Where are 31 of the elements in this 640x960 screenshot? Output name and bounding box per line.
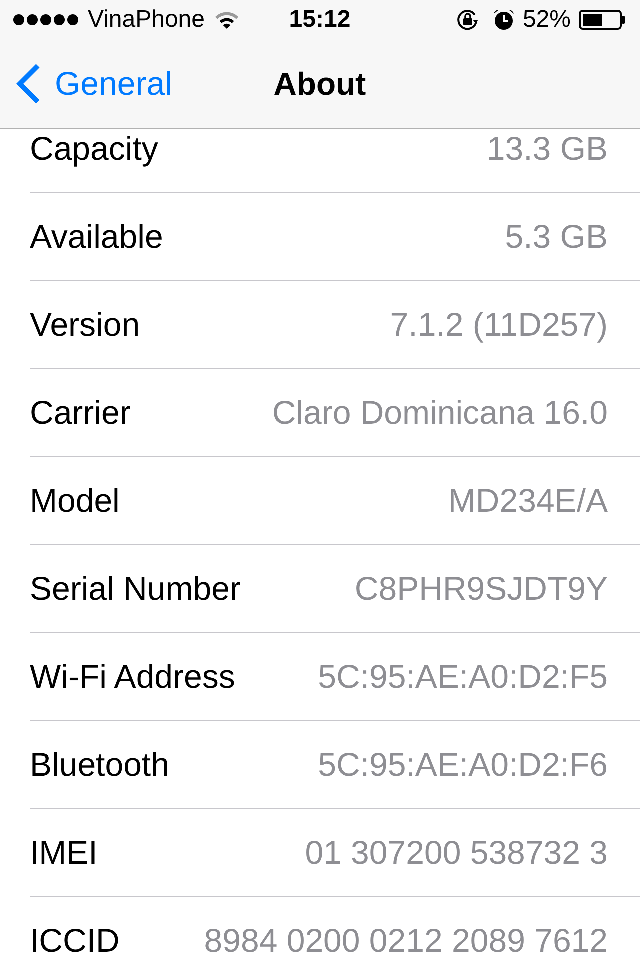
setting-value: 5.3 GB (505, 218, 608, 254)
setting-value: 8984 0200 0212 2089 7612 (204, 922, 608, 958)
carrier-name: VinaPhone (88, 6, 205, 34)
setting-label: Capacity (30, 130, 158, 166)
alarm-clock-icon (492, 9, 515, 31)
setting-value: 5C:95:AE:A0:D2:F6 (318, 746, 608, 782)
setting-value: 5C:95:AE:A0:D2:F5 (318, 658, 608, 694)
setting-value: MD234E/A (448, 482, 608, 518)
setting-label: Available (30, 218, 164, 254)
setting-value: Claro Dominicana 16.0 (272, 394, 608, 430)
orientation-lock-icon (456, 8, 480, 32)
setting-value: 13.3 GB (486, 130, 608, 166)
setting-label: Carrier (30, 394, 131, 430)
back-button[interactable]: General (16, 64, 172, 104)
chevron-left-icon (16, 64, 41, 104)
setting-label: ICCID (30, 922, 120, 958)
setting-value: 7.1.2 (11D257) (390, 306, 608, 342)
setting-label: Serial Number (30, 570, 241, 606)
status-time: 15:12 (289, 6, 351, 34)
battery-icon (579, 10, 625, 30)
setting-label: Model (30, 482, 120, 518)
setting-value: C8PHR9SJDT9Y (354, 570, 608, 606)
setting-label: Bluetooth (30, 746, 170, 782)
setting-value: 01 307200 538732 3 (305, 834, 608, 870)
wifi-icon (215, 12, 239, 28)
setting-label: Version (30, 306, 140, 342)
setting-label: Wi-Fi Address (30, 658, 236, 694)
signal-strength-icon (13, 14, 79, 26)
battery-percentage: 52% (522, 6, 571, 34)
nav-title: About (274, 65, 366, 104)
setting-label: IMEI (30, 834, 98, 870)
